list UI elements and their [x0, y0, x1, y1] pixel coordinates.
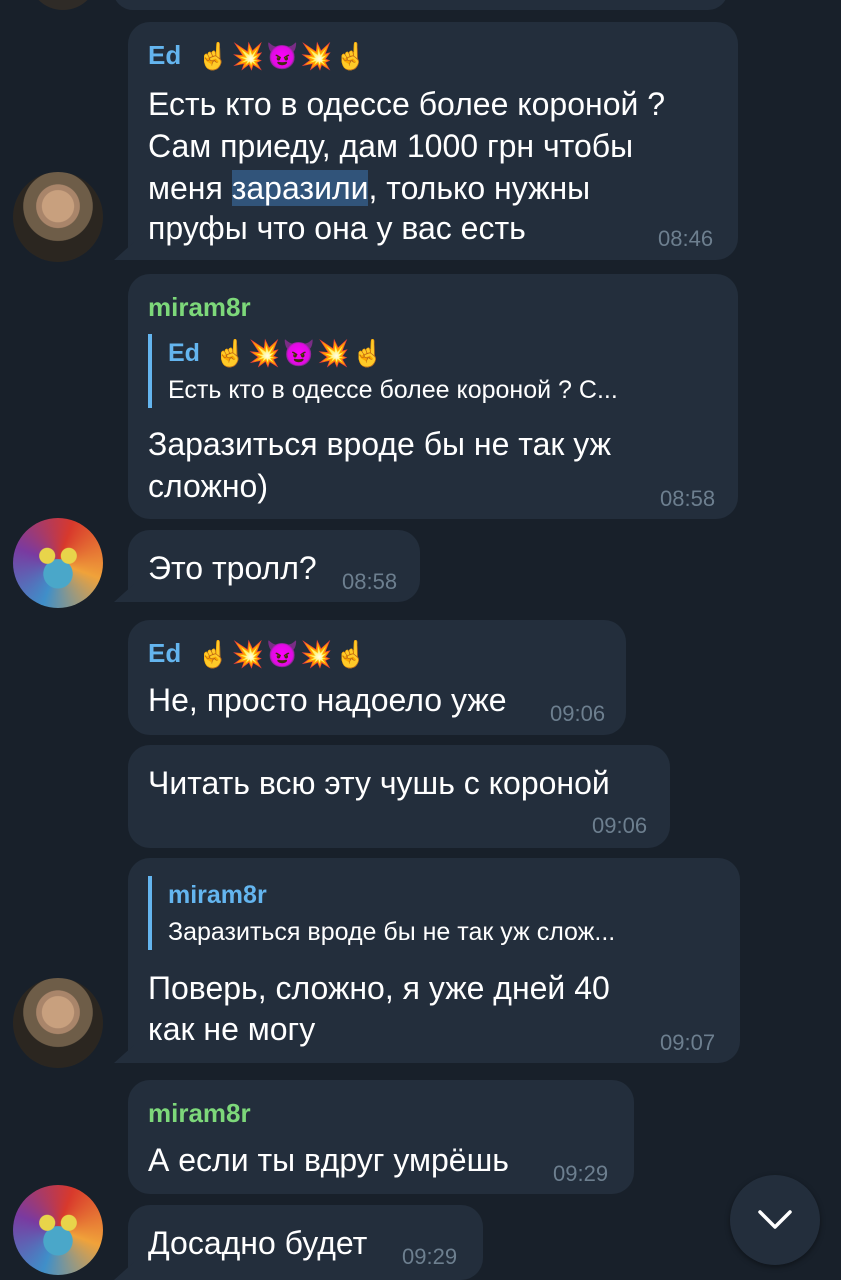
burst-icon: 💥 [248, 338, 281, 368]
reply-sender-label: miram8r [168, 880, 267, 909]
message-time: 09:06 [592, 813, 648, 838]
message-text-line: сложно) [148, 468, 268, 504]
message-text: Это тролл? [148, 550, 317, 586]
message-bubble[interactable]: miram8r Заразиться вроде бы не так уж сл… [114, 858, 740, 1063]
pointing-finger-icon: ☝ [334, 638, 368, 669]
pointing-finger-icon: ☝ [351, 338, 384, 368]
message-text-line: Есть кто в одессе более короной ? [148, 86, 666, 122]
message-time: 08:58 [342, 569, 398, 594]
reply-text: Заразиться вроде бы не так уж слож... [168, 918, 616, 946]
reply-text: Есть кто в одессе более короной ? С... [168, 376, 618, 404]
message-bubble[interactable]: Читать всю эту чушь с короной 09:06 [128, 745, 670, 848]
message-text-line: меня заразили, только нужны [148, 168, 590, 209]
message-text: А если ты вдруг умрёшь [148, 1142, 509, 1178]
message-text-line: Заразиться вроде бы не так уж [148, 426, 612, 462]
message-time: 09:07 [660, 1030, 716, 1055]
sender-name-label: miram8r [148, 1098, 251, 1128]
sender-name-label: Ed [148, 40, 182, 70]
scroll-down-button[interactable] [730, 1175, 820, 1265]
message-text-line: пруфы что она у вас есть [148, 210, 526, 246]
message-bubble[interactable]: miram8r Ed ☝ 💥 😈 💥 ☝ Есть кто в одессе б… [128, 274, 738, 519]
message-text: Не, просто надоело уже [148, 682, 507, 718]
message-time: 08:58 [660, 486, 716, 511]
pointing-finger-icon: ☝ [334, 40, 368, 71]
message-bubble[interactable]: miram8r А если ты вдруг умрёшь 09:29 [128, 1080, 634, 1194]
bubble-tail [114, 584, 134, 602]
message-bubble[interactable]: Досадно будет 09:29 [114, 1205, 483, 1280]
avatar-ed[interactable] [13, 172, 103, 262]
message-bubble[interactable]: Ed ☝ 💥 😈 💥 ☝ Есть кто в одессе более кор… [114, 22, 738, 260]
devil-icon: 😈 [265, 40, 299, 71]
burst-icon: 💥 [231, 40, 264, 71]
avatar-miram8r[interactable] [13, 518, 103, 608]
bubble-tail [114, 242, 134, 260]
reply-quote[interactable]: miram8r Заразиться вроде бы не так уж сл… [148, 876, 720, 950]
sender-name[interactable]: Ed ☝ 💥 😈 💥 ☝ [148, 638, 367, 669]
message-time: 09:29 [553, 1161, 609, 1186]
avatar-partial[interactable] [28, 0, 98, 10]
sender-name[interactable]: Ed ☝ 💥 😈 💥 ☝ [148, 40, 367, 71]
pointing-finger-icon: ☝ [213, 338, 247, 368]
burst-icon: 💥 [300, 638, 333, 669]
message-text-fragment: , только нужны [368, 170, 591, 206]
reply-quote[interactable]: Ed ☝ 💥 😈 💥 ☝ Есть кто в одессе более кор… [148, 334, 718, 408]
bubble-tail [114, 1262, 134, 1280]
sender-name[interactable]: miram8r [148, 292, 251, 323]
message-bubble-partial [113, 0, 728, 10]
pointing-finger-icon: ☝ [197, 638, 230, 669]
message-bubble[interactable]: Это тролл? 08:58 [114, 530, 420, 602]
devil-icon: 😈 [265, 638, 299, 669]
pointing-finger-icon: ☝ [197, 40, 230, 71]
burst-icon: 💥 [300, 40, 333, 71]
message-time: 08:46 [658, 226, 714, 251]
reply-sender-label: Ed [168, 338, 200, 367]
message-time: 09:29 [402, 1244, 458, 1269]
avatar-miram8r[interactable] [13, 1185, 103, 1275]
reply-sender: miram8r [168, 876, 720, 914]
avatar-ed[interactable] [13, 978, 103, 1068]
message-text-fragment: меня [148, 170, 232, 206]
burst-icon: 💥 [231, 638, 264, 669]
selected-text[interactable]: заразили [231, 170, 369, 206]
burst-icon: 💥 [317, 338, 350, 368]
message-text-line: Поверь, сложно, я уже дней 40 [148, 970, 610, 1006]
chevron-down-icon [758, 1210, 792, 1229]
sender-name[interactable]: miram8r [148, 1098, 251, 1129]
message-time: 09:06 [550, 701, 606, 726]
message-bubble[interactable]: Ed ☝ 💥 😈 💥 ☝ Не, просто надоело уже 09:0… [128, 620, 626, 735]
devil-icon: 😈 [282, 338, 316, 368]
sender-name-label: miram8r [148, 292, 251, 322]
bubble-tail [114, 1045, 134, 1063]
message-text: Досадно будет [148, 1225, 368, 1261]
reply-sender: Ed ☝ 💥 😈 💥 ☝ [168, 334, 718, 372]
sender-name-label: Ed [148, 638, 182, 668]
message-text-line: Сам приеду, дам 1000 грн чтобы [148, 128, 634, 164]
message-text: Читать всю эту чушь с короной [148, 765, 610, 801]
message-text-line: как не могу [148, 1011, 316, 1047]
